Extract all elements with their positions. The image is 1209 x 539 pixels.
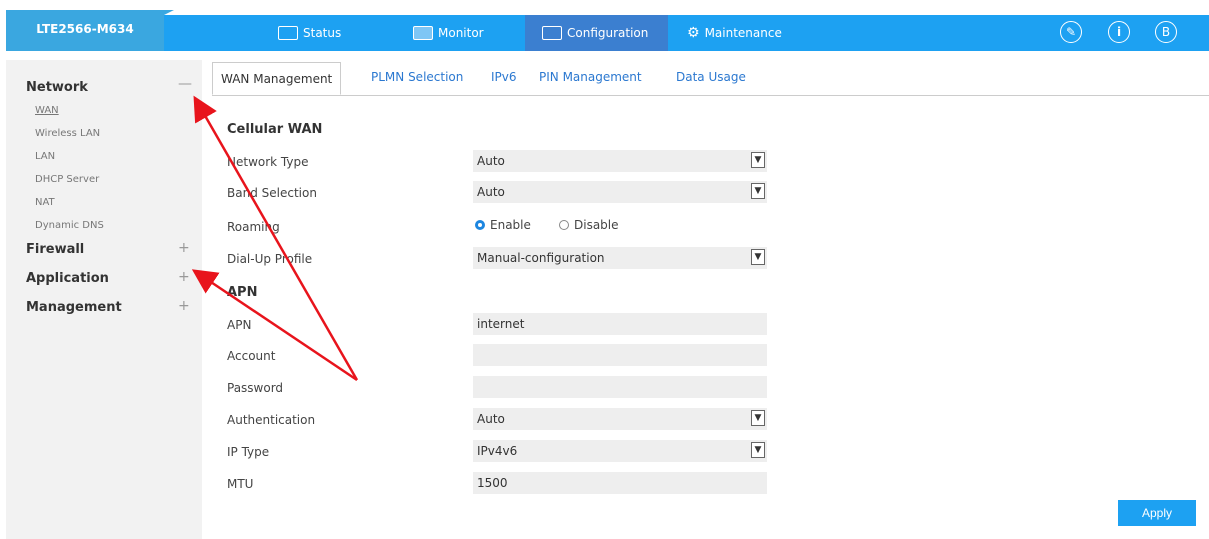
chevron-down-icon: ▼ [751,442,765,458]
sidebar-group-network[interactable]: Network [26,80,88,95]
sidebar-item-wan[interactable]: WAN [35,105,59,116]
tab-data-usage[interactable]: Data Usage [676,70,746,84]
sidebar-group-firewall[interactable]: Firewall [26,242,84,257]
nav-maintenance[interactable]: ⚙ Maintenance [687,15,782,51]
dialup-profile-value: Manual-configuration [477,251,605,265]
network-type-value: Auto [477,154,505,168]
brand-notch [164,10,174,15]
roaming-label: Roaming [227,220,280,234]
brand-logo: LTE2566-M634 [6,10,164,51]
apn-label: APN [227,318,252,332]
mtu-input[interactable]: 1500 [473,472,767,494]
password-input[interactable] [473,376,767,398]
chevron-down-icon: ▼ [751,249,765,265]
expand-icon[interactable]: + [178,240,190,256]
sidebar-item-dynamic-dns[interactable]: Dynamic DNS [35,220,104,231]
radio-selected-icon [475,220,485,230]
network-type-select[interactable]: Auto ▼ [473,150,767,172]
apn-input[interactable]: internet [473,313,767,335]
nav-configuration[interactable]: Configuration [525,15,668,51]
sidebar: Network — WAN Wireless LAN LAN DHCP Serv… [6,60,202,539]
nav-monitor-label: Monitor [438,26,484,40]
sidebar-group-application[interactable]: Application [26,271,109,286]
tab-wan-management[interactable]: WAN Management [212,62,342,95]
status-icon [278,26,298,40]
brand-label: LTE2566-M634 [36,22,134,36]
chevron-down-icon: ▼ [751,152,765,168]
maintenance-gear-icon: ⚙ [687,25,700,41]
band-selection-select[interactable]: Auto ▼ [473,181,767,203]
apply-button[interactable]: Apply [1118,500,1196,526]
sidebar-item-wireless-lan[interactable]: Wireless LAN [35,128,100,139]
nav-status-label: Status [303,26,342,40]
nav-status[interactable]: Status [278,15,341,51]
ip-type-select[interactable]: IPv4v6 ▼ [473,440,767,462]
authentication-value: Auto [477,412,505,426]
nav-maintenance-label: Maintenance [704,26,782,40]
wizard-icon[interactable]: ✎ [1060,21,1082,43]
tab-ipv6[interactable]: IPv6 [491,70,517,84]
monitor-icon [413,26,433,40]
chevron-down-icon: ▼ [751,410,765,426]
ip-type-value: IPv4v6 [477,444,518,458]
dialup-profile-select[interactable]: Manual-configuration ▼ [473,247,767,269]
sidebar-item-nat[interactable]: NAT [35,197,55,208]
roaming-enable-label: Enable [490,218,531,232]
roaming-disable-radio[interactable]: Disable [559,218,619,232]
authentication-label: Authentication [227,413,316,427]
authentication-select[interactable]: Auto ▼ [473,408,767,430]
password-label: Password [227,381,284,395]
dialup-profile-label: Dial-Up Profile [227,252,313,266]
nav-monitor[interactable]: Monitor [413,15,484,51]
ip-type-label: IP Type [227,445,270,459]
nav-configuration-label: Configuration [567,26,649,40]
chevron-down-icon: ▼ [751,183,765,199]
roaming-disable-label: Disable [574,218,619,232]
sidebar-item-dhcp-server[interactable]: DHCP Server [35,174,99,185]
info-icon[interactable]: i [1108,21,1130,43]
tab-pin-management[interactable]: PIN Management [539,70,642,84]
logout-icon[interactable]: B [1155,21,1177,43]
mtu-label: MTU [227,477,254,491]
account-label: Account [227,349,276,363]
radio-unselected-icon [559,220,569,230]
collapse-icon[interactable]: — [178,76,192,92]
sidebar-group-management[interactable]: Management [26,300,122,315]
roaming-enable-radio[interactable]: Enable [475,218,531,232]
section-title-apn: APN [227,285,258,300]
section-title-cellular-wan: Cellular WAN [227,122,323,137]
account-input[interactable] [473,344,767,366]
configuration-icon [542,26,562,40]
band-selection-value: Auto [477,185,505,199]
tab-plmn-selection[interactable]: PLMN Selection [371,70,463,84]
expand-icon[interactable]: + [178,298,190,314]
tab-divider [212,95,1209,96]
network-type-label: Network Type [227,155,309,169]
expand-icon[interactable]: + [178,269,190,285]
band-selection-label: Band Selection [227,186,317,200]
sidebar-item-lan[interactable]: LAN [35,151,55,162]
